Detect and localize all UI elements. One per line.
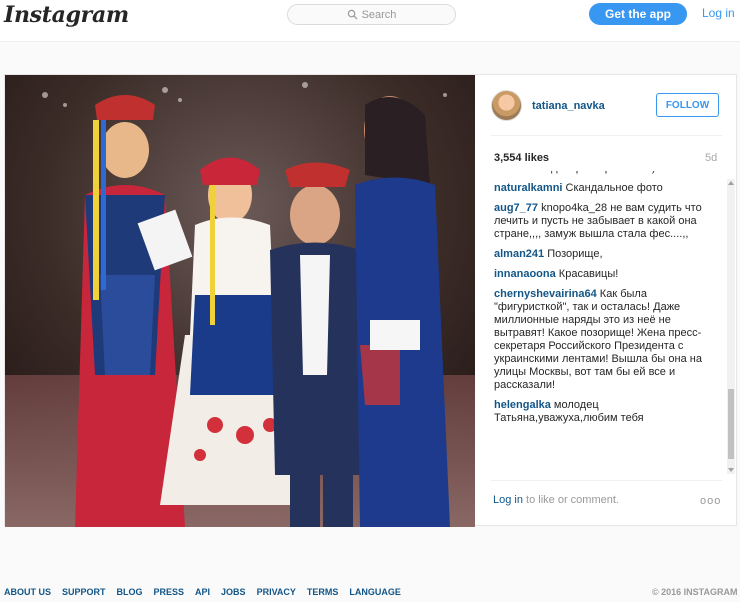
- comment-username[interactable]: innanaoona: [494, 268, 556, 280]
- login-prompt: Log in to like or comment.: [493, 494, 619, 506]
- comment-text: Красавицы!: [558, 268, 619, 280]
- comments-list: вам от нас.днепропетровчанси) naturalkamn…: [494, 171, 724, 471]
- more-options-icon[interactable]: ooo: [700, 495, 721, 507]
- instagram-logo[interactable]: Instagram: [4, 2, 129, 28]
- post-age[interactable]: 5d: [705, 152, 717, 164]
- top-nav: Instagram Search Get the app Log in: [0, 0, 740, 42]
- footer-link-about-us[interactable]: ABOUT US: [4, 587, 51, 597]
- footer-link-privacy[interactable]: PRIVACY: [257, 587, 296, 597]
- owner-username[interactable]: tatiana_navka: [532, 100, 605, 112]
- scroll-up-icon[interactable]: [727, 179, 735, 187]
- comment-item: alman241 Позорище,: [494, 248, 724, 261]
- post-side-panel: tatiana_navka FOLLOW 3,554 likes 5d вам …: [475, 75, 738, 527]
- comment-username[interactable]: alman241: [494, 248, 544, 260]
- footer-link-support[interactable]: SUPPORT: [62, 587, 106, 597]
- search-icon: [347, 9, 358, 20]
- comment-username[interactable]: aug7_77: [494, 202, 538, 214]
- search-input[interactable]: Search: [287, 4, 456, 25]
- comment-username[interactable]: naturalkamni: [494, 182, 562, 194]
- likes-count[interactable]: 3,554 likes: [494, 152, 549, 164]
- avatar[interactable]: [491, 90, 522, 121]
- footer-link-jobs[interactable]: JOBS: [221, 587, 246, 597]
- comment-text: вам от нас.днепропетровчанси): [494, 171, 656, 174]
- divider: [491, 135, 722, 136]
- scrollbar-thumb[interactable]: [728, 389, 734, 459]
- comment-item: chernyshevairina64 Как была "фигуристкой…: [494, 288, 724, 392]
- post-photo[interactable]: [5, 75, 475, 527]
- comment-username[interactable]: chernyshevairina64: [494, 288, 597, 300]
- follow-button[interactable]: FOLLOW: [656, 93, 719, 117]
- divider: [491, 480, 722, 481]
- login-link[interactable]: Log in: [702, 6, 735, 20]
- footer-nav: ABOUT US SUPPORT BLOG PRESS API JOBS PRIVACY TE…: [4, 587, 737, 597]
- login-to-comment-link[interactable]: Log in: [493, 494, 523, 506]
- comment-username[interactable]: helengalka: [494, 399, 551, 411]
- footer-link-blog[interactable]: BLOG: [117, 587, 143, 597]
- search-placeholder: Search: [361, 8, 397, 21]
- footer-link-api[interactable]: API: [195, 587, 210, 597]
- post-card: tatiana_navka FOLLOW 3,554 likes 5d вам …: [4, 74, 738, 527]
- comments-scrollbar[interactable]: [727, 179, 735, 474]
- footer-link-language[interactable]: LANGUAGE: [349, 587, 401, 597]
- footer-link-press[interactable]: PRESS: [154, 587, 185, 597]
- post-photo-image: [5, 75, 475, 527]
- comment-text: Позорище,: [547, 248, 603, 260]
- comment-item: innanaoona Красавицы!: [494, 268, 724, 281]
- footer-link-terms[interactable]: TERMS: [307, 587, 339, 597]
- comment-item: helengalka молодец Татьяна,уважуха,любим…: [494, 399, 724, 425]
- get-the-app-button[interactable]: Get the app: [589, 3, 687, 25]
- copyright: © 2016 INSTAGRAM: [652, 587, 738, 597]
- comment-item: вам от нас.днепропетровчанси): [494, 171, 724, 175]
- scroll-down-icon[interactable]: [727, 466, 735, 474]
- comment-text: Как была "фигуристкой", так и осталась! …: [494, 288, 702, 391]
- comment-item: aug7_77 knopo4ka_28 не вам судить что ле…: [494, 202, 724, 241]
- login-prompt-text: to like or comment.: [522, 494, 619, 506]
- comment-item: naturalkamni Скандальное фото: [494, 182, 724, 195]
- post-owner[interactable]: tatiana_navka: [491, 90, 605, 121]
- comment-text: Скандальное фото: [565, 182, 663, 194]
